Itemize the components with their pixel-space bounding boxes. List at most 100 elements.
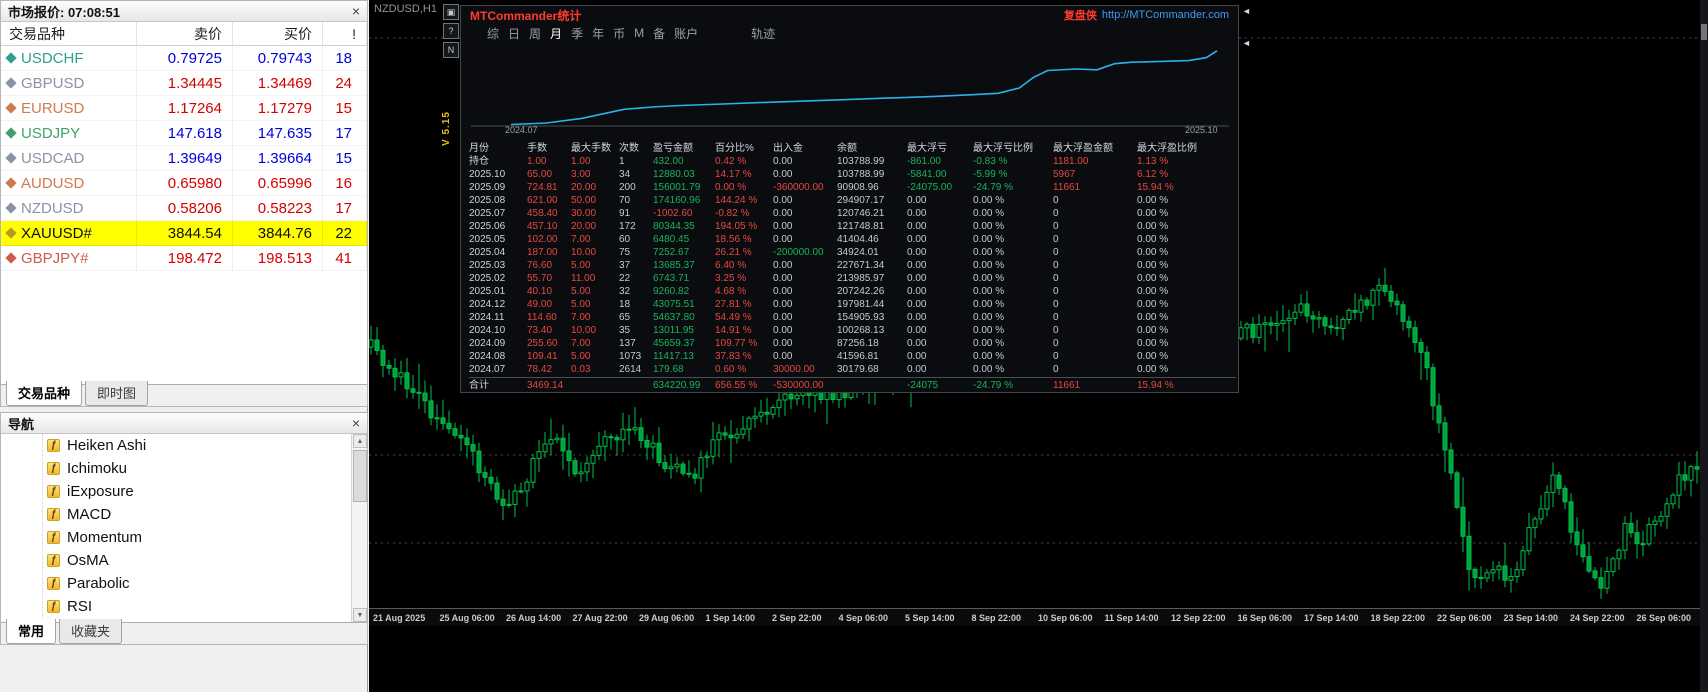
stat-cell: 13011.95 xyxy=(653,325,694,336)
stat-cell: 55.70 xyxy=(527,273,553,284)
time-axis-label: 24 Sep 22:00 xyxy=(1570,613,1625,623)
market-watch-row-nzdusd[interactable]: NZDUSD 0.58206 0.58223 17 xyxy=(1,196,367,221)
stat-cell: 91 xyxy=(619,208,631,219)
stat-cell: 2024.09 xyxy=(469,338,506,349)
indicator-icon: ƒ xyxy=(47,508,60,521)
mtcommander-titlebar[interactable]: MTCommander统计 复盘侠 http://MTCommander.com xyxy=(461,6,1238,24)
menu-item-7[interactable]: M xyxy=(634,26,644,40)
stat-row-2025.07: 2025.07 458.40 30.00 91 -1002.60 -0.82 % 0.00 1… xyxy=(469,207,1236,220)
menu-item-8[interactable]: 备 xyxy=(653,25,665,42)
menu-item-10[interactable]: 轨迹 xyxy=(751,25,775,42)
stat-cell: 1.00 xyxy=(527,156,547,167)
menu-item-1[interactable]: 日 xyxy=(508,25,520,42)
bid-value: 1.39649 xyxy=(137,146,233,171)
stat-cell: 6480.45 xyxy=(653,234,690,245)
stat-cell: 14.91 % xyxy=(715,325,752,336)
menu-item-3[interactable]: 月 xyxy=(550,25,562,42)
stat-cell: 4.68 % xyxy=(715,286,747,297)
market-watch-row-audusd[interactable]: AUDUSD 0.65980 0.65996 16 xyxy=(1,171,367,196)
market-watch-titlebar[interactable]: 市场报价: 07:08:51 × xyxy=(1,1,367,22)
stat-cell: 43075.51 xyxy=(653,299,695,310)
chart-window[interactable]: NZDUSD,H1 ▣ ? N V 5.15 ◄ ◄ MTCommander统计… xyxy=(368,0,1708,692)
stat-cell: 0.00 xyxy=(907,338,927,349)
close-icon[interactable]: × xyxy=(352,416,360,430)
menu-item-2[interactable]: 周 xyxy=(529,25,541,42)
market-watch-row-gbpusd[interactable]: GBPUSD 1.34445 1.34469 24 xyxy=(1,71,367,96)
navigator-tab-0[interactable]: 常用 xyxy=(6,619,57,644)
navigator-tab-1[interactable]: 收藏夹 xyxy=(59,619,123,644)
stat-cell: 0.00 xyxy=(773,299,793,310)
column-header-bid[interactable]: 卖价 xyxy=(137,22,233,46)
stat-cell: 194.05 % xyxy=(715,221,758,232)
stat-cell: 187.00 xyxy=(527,247,558,258)
stat-cell: 11661 xyxy=(1053,182,1081,193)
navigator-item-osma[interactable]: ƒ OsMA xyxy=(1,549,351,572)
navigator-scrollbar[interactable]: ▲ ▼ xyxy=(351,434,367,622)
scroll-up-icon[interactable]: ▲ xyxy=(353,434,367,448)
navigator-item-momentum[interactable]: ƒ Momentum xyxy=(1,526,351,549)
stat-cell: 114.60 xyxy=(527,312,557,323)
navigator-item-parabolic[interactable]: ƒ Parabolic xyxy=(1,572,351,595)
stat-cell: 172 xyxy=(619,221,636,232)
stat-header: 余额 xyxy=(837,143,857,154)
navigator-titlebar[interactable]: 导航 × xyxy=(1,413,367,434)
market-watch-tab-1[interactable]: 即时图 xyxy=(85,381,149,406)
market-watch-row-xauusd[interactable]: XAUUSD# 3844.54 3844.76 22 xyxy=(1,221,367,246)
market-watch-row-usdcad[interactable]: USDCAD 1.39649 1.39664 15 xyxy=(1,146,367,171)
navigator-item-macd[interactable]: ƒ MACD xyxy=(1,503,351,526)
time-axis-label: 23 Sep 14:00 xyxy=(1503,613,1559,623)
menu-item-6[interactable]: 币 xyxy=(613,25,625,42)
stat-cell: 432.00 xyxy=(653,156,684,167)
menu-item-5[interactable]: 年 xyxy=(592,25,604,42)
scrollbar-thumb[interactable] xyxy=(353,450,367,502)
market-watch-row-eurusd[interactable]: EURUSD 1.17264 1.17279 15 xyxy=(1,96,367,121)
symbol-trend-icon xyxy=(5,152,17,164)
navigator-item-heiken-ashi[interactable]: ƒ Heiken Ashi xyxy=(1,434,351,457)
indicator-icon: ƒ xyxy=(47,485,60,498)
stat-cell: 0.00 % xyxy=(1137,273,1169,284)
bid-value: 198.472 xyxy=(137,246,233,271)
stat-cell: 合计 xyxy=(469,380,489,391)
stat-cell: 0.00 xyxy=(907,351,927,362)
mt4-terminal: 市场报价: 07:08:51 × 交易品种 卖价 买价 ! USDCHF 0.7… xyxy=(0,0,1708,692)
stat-cell: 2025.03 xyxy=(469,260,506,271)
bid-value: 1.34445 xyxy=(137,71,233,96)
column-header-symbol[interactable]: 交易品种 xyxy=(1,22,137,46)
stat-row-2024.10: 2024.10 73.40 10.00 35 13011.95 14.91 % 0.00 10… xyxy=(469,324,1236,337)
market-watch-row-gbpjpy[interactable]: GBPJPY# 198.472 198.513 41 xyxy=(1,246,367,271)
stat-cell: 0.00 % xyxy=(715,182,747,193)
stat-cell: 0.00 % xyxy=(973,312,1005,323)
stat-cell: 11.00 xyxy=(571,273,596,284)
market-watch-tab-0[interactable]: 交易品种 xyxy=(6,381,83,406)
column-header-spread[interactable]: ! xyxy=(323,22,367,46)
panel-collapse-icon[interactable]: ◄ xyxy=(1242,6,1251,16)
ask-value: 1.39664 xyxy=(233,146,323,171)
brand-url-link[interactable]: http://MTCommander.com xyxy=(1102,9,1229,21)
menu-item-9[interactable]: 账户 xyxy=(674,25,698,42)
stat-cell: 7.00 xyxy=(571,234,591,245)
market-watch-row-usdjpy[interactable]: USDJPY 147.618 147.635 17 xyxy=(1,121,367,146)
panel-collapse-icon[interactable]: ◄ xyxy=(1242,38,1251,48)
bid-value: 0.58206 xyxy=(137,196,233,221)
scroll-down-icon[interactable]: ▼ xyxy=(353,608,367,622)
stat-cell: 109.41 xyxy=(527,351,558,362)
menu-item-4[interactable]: 季 xyxy=(571,25,583,42)
time-axis[interactable]: 21 Aug 2025 25 Aug 06:00 26 Aug 14:00 27 Au… xyxy=(369,608,1708,626)
column-header-ask[interactable]: 买价 xyxy=(233,22,323,46)
close-icon[interactable]: × xyxy=(352,4,360,18)
scrollbar-thumb[interactable] xyxy=(1701,24,1707,40)
market-watch-row-usdchf[interactable]: USDCHF 0.79725 0.79743 18 xyxy=(1,46,367,71)
stat-cell: 0.00 xyxy=(773,208,793,219)
vertical-scrollbar[interactable] xyxy=(1700,0,1708,692)
menu-item-0[interactable]: 综 xyxy=(487,25,499,42)
stat-header: 最大浮盈金额 xyxy=(1053,143,1113,154)
navigator-item-ichimoku[interactable]: ƒ Ichimoku xyxy=(1,457,351,480)
navigator-item-iexposure[interactable]: ƒ iExposure xyxy=(1,480,351,503)
time-axis-label: 26 Sep 06:00 xyxy=(1636,613,1692,623)
stat-cell: 2025.01 xyxy=(469,286,506,297)
navigator-item-rsi[interactable]: ƒ RSI xyxy=(1,595,351,618)
stat-cell: 41404.46 xyxy=(837,234,879,245)
note-icon[interactable]: N xyxy=(443,42,459,58)
help-icon[interactable]: ? xyxy=(443,23,459,39)
panel-restore-icon[interactable]: ▣ xyxy=(443,4,459,20)
